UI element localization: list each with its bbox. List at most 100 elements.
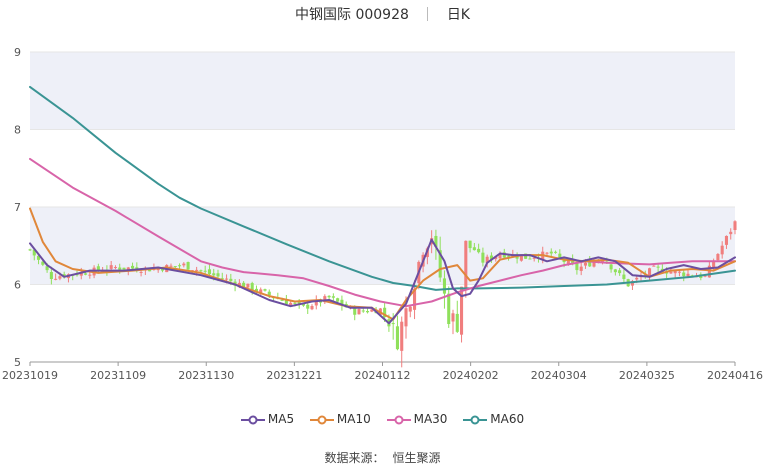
candle-body [622, 274, 626, 280]
candle-body [186, 262, 190, 270]
legend-ma10[interactable]: MA10 [309, 412, 371, 426]
candle-body [558, 253, 562, 258]
candle-body [635, 277, 639, 280]
source-name: 恒生聚源 [392, 451, 441, 465]
candle-body [656, 266, 660, 268]
candle-body [331, 296, 335, 298]
candle-body [88, 274, 92, 276]
candle-body [366, 311, 370, 313]
candle-body [84, 273, 88, 275]
candle-body [652, 265, 656, 267]
candle-body [212, 273, 216, 276]
data-source: 数据来源： 恒生聚源 [0, 449, 765, 466]
candle-body [293, 302, 297, 304]
candle-body [203, 270, 207, 272]
candle-body [575, 263, 579, 271]
candle-body [173, 266, 177, 268]
legend-ma5-label: MA5 [267, 412, 295, 426]
candle-body [716, 253, 720, 261]
y-tick-label: 9 [14, 46, 21, 59]
candle-body [468, 240, 472, 249]
candle-body [519, 255, 523, 261]
candle-body [442, 278, 446, 294]
candle-body [528, 258, 532, 260]
legend-ma10-label: MA10 [336, 412, 371, 426]
candle-body [408, 306, 412, 312]
legend-ma30-marker [386, 415, 411, 425]
candle-body [280, 299, 284, 301]
candle-body [122, 267, 126, 270]
candle-body [549, 251, 553, 254]
x-tick-label: 20240416 [707, 369, 763, 382]
candle-body [545, 252, 549, 254]
candle-body [618, 270, 622, 274]
candle-body [195, 269, 199, 271]
candle-body [733, 221, 737, 231]
candle-body [139, 271, 143, 273]
y-tick-label: 7 [14, 201, 21, 214]
candle-body [310, 305, 314, 310]
candle-body [712, 261, 716, 268]
candle-body [481, 252, 485, 263]
candle-body [58, 276, 62, 279]
candle-body [54, 278, 58, 280]
y-tick-label: 5 [14, 356, 21, 369]
candle-body [472, 247, 476, 251]
candle-body [225, 278, 229, 280]
candle-body [455, 313, 459, 332]
candle-body [169, 265, 173, 267]
candle-body [451, 313, 455, 322]
candle-body [404, 308, 408, 327]
legend: MA5 MA10 MA30 MA60 [0, 412, 765, 426]
candle-body [669, 271, 673, 274]
x-tick-label: 20231109 [90, 369, 146, 382]
legend-ma10-marker [309, 415, 334, 425]
candle-body [336, 298, 340, 302]
candle-body [327, 295, 331, 298]
candle-body [391, 323, 395, 325]
y-tick-label: 8 [14, 124, 21, 137]
candle-body [361, 310, 365, 312]
candle-body [131, 265, 135, 269]
candle-body [216, 273, 220, 277]
candle-body [229, 278, 233, 282]
candle-body [682, 272, 686, 277]
candle-body [729, 231, 733, 235]
legend-ma60[interactable]: MA60 [463, 412, 524, 426]
candle-body [199, 270, 203, 272]
candle-body [447, 293, 451, 325]
legend-ma60-marker [463, 415, 488, 425]
candle-body [464, 240, 468, 290]
legend-ma60-label: MA60 [490, 412, 525, 426]
candle-body [263, 289, 267, 291]
candle-body [613, 269, 617, 273]
candle-body [400, 321, 404, 351]
legend-ma30-label: MA30 [413, 412, 448, 426]
x-tick-label: 20240202 [443, 369, 499, 382]
candle-body [677, 271, 681, 273]
grid-band [30, 52, 735, 130]
x-tick-label: 20231130 [178, 369, 234, 382]
x-tick-label: 20240112 [355, 369, 411, 382]
candle-body [720, 245, 724, 255]
x-tick-label: 20231019 [2, 369, 58, 382]
x-tick-label: 20240325 [619, 369, 675, 382]
candle-body [118, 267, 122, 270]
source-label: 数据来源： [324, 451, 385, 465]
candle-body [207, 269, 211, 275]
candle-body [357, 309, 361, 315]
candle-body [583, 262, 587, 266]
x-tick-label: 20240304 [531, 369, 587, 382]
candlestick-chart: 5 6 7 8 9 20231019 20231109 20231130 20231221 202… [2, 46, 763, 382]
candle-body [28, 249, 32, 251]
candle-body [609, 264, 613, 270]
candle-body [477, 248, 481, 253]
legend-ma5[interactable]: MA5 [240, 412, 295, 426]
candle-body [178, 265, 182, 267]
candle-body [507, 255, 511, 257]
legend-ma30[interactable]: MA30 [386, 412, 448, 426]
candle-body [113, 267, 117, 269]
candle-body [49, 272, 53, 280]
x-tick-label: 20231221 [266, 369, 322, 382]
candle-body [306, 304, 310, 309]
